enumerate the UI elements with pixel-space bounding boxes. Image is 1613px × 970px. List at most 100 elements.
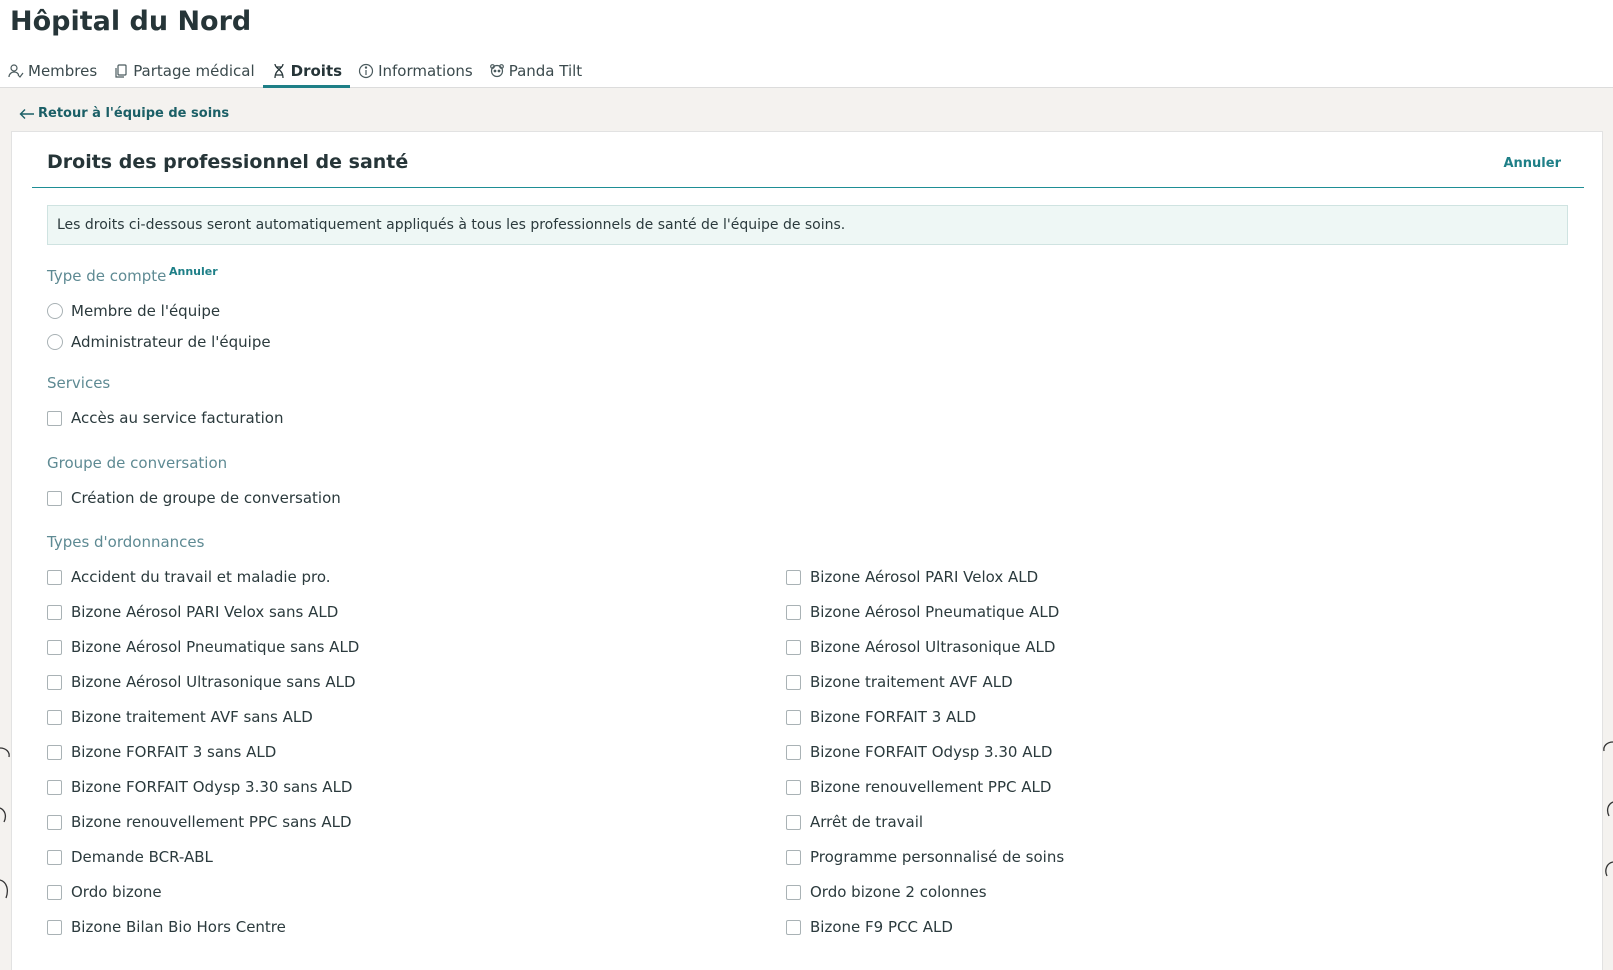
info-icon xyxy=(358,63,374,78)
checkbox-label: Demande BCR-ABL xyxy=(71,848,213,866)
checkbox-prescription[interactable]: Demande BCR-ABL xyxy=(47,847,213,867)
checkbox-label: Accès au service facturation xyxy=(71,409,284,427)
checkbox-box[interactable] xyxy=(47,849,62,865)
checkbox-label: Bizone FORFAIT 3 ALD xyxy=(810,708,977,726)
back-to-care-team-link[interactable]: Retour à l'équipe de soins xyxy=(19,106,229,121)
copy-icon xyxy=(115,63,127,78)
checkbox-box[interactable] xyxy=(786,744,801,760)
checkbox-prescription[interactable]: Bizone Bilan Bio Hors Centre xyxy=(47,917,286,937)
checkbox-create-conversation[interactable]: Création de groupe de conversation xyxy=(47,488,341,508)
checkbox-box[interactable] xyxy=(47,490,62,506)
checkbox-prescription[interactable]: Bizone traitement AVF sans ALD xyxy=(47,707,313,727)
checkbox-box[interactable] xyxy=(786,814,801,830)
checkbox-box[interactable] xyxy=(47,814,62,830)
page-title: Hôpital du Nord xyxy=(10,6,252,37)
checkbox-box[interactable] xyxy=(786,709,801,725)
back-link-label: Retour à l'équipe de soins xyxy=(38,106,230,121)
checkbox-label: Ordo bizone xyxy=(71,883,162,901)
checkbox-prescription[interactable]: Bizone traitement AVF ALD xyxy=(786,672,1013,692)
info-banner: Les droits ci-dessous seront automatique… xyxy=(47,205,1568,245)
checkbox-box[interactable] xyxy=(786,569,801,585)
checkbox-box[interactable] xyxy=(786,884,801,900)
checkbox-prescription[interactable]: Bizone FORFAIT Odysp 3.30 ALD xyxy=(786,742,1052,762)
checkbox-box[interactable] xyxy=(47,604,62,620)
tab-bar: Membres Partage médical Droits Informati… xyxy=(0,54,590,88)
checkbox-prescription[interactable]: Bizone F9 PCC ALD xyxy=(786,917,953,937)
radio-label: Administrateur de l'équipe xyxy=(71,333,271,351)
checkbox-prescription[interactable]: Bizone FORFAIT Odysp 3.30 sans ALD xyxy=(47,777,352,797)
tab-label: Informations xyxy=(378,61,473,80)
checkbox-prescription[interactable]: Bizone Aérosol PARI Velox sans ALD xyxy=(47,602,338,622)
checkbox-label: Bizone traitement AVF ALD xyxy=(810,673,1013,691)
members-icon xyxy=(8,63,24,78)
tab-partage-medical[interactable]: Partage médical xyxy=(105,54,262,88)
checkbox-prescription[interactable]: Bizone Aérosol Ultrasonique sans ALD xyxy=(47,672,356,692)
panda-icon xyxy=(489,63,504,77)
checkbox-prescription[interactable]: Ordo bizone xyxy=(47,882,162,902)
checkbox-box[interactable] xyxy=(786,849,801,865)
checkbox-label: Ordo bizone 2 colonnes xyxy=(810,883,987,901)
checkbox-prescription[interactable]: Programme personnalisé de soins xyxy=(786,847,1064,867)
radio-team-member[interactable]: Membre de l'équipe xyxy=(47,301,220,321)
checkbox-prescription[interactable]: Accident du travail et maladie pro. xyxy=(47,567,331,587)
section-label-services: Services xyxy=(47,374,111,392)
top-bar: Hôpital du Nord Membres Partage médical … xyxy=(0,0,1613,88)
checkbox-label: Création de groupe de conversation xyxy=(71,489,341,507)
checkbox-prescription[interactable]: Bizone Aérosol PARI Velox ALD xyxy=(786,567,1038,587)
checkbox-box[interactable] xyxy=(47,410,62,426)
checkbox-prescription[interactable]: Ordo bizone 2 colonnes xyxy=(786,882,987,902)
radio-label: Membre de l'équipe xyxy=(71,302,221,320)
tab-droits[interactable]: Droits xyxy=(262,54,351,88)
card-header: Droits des professionnel de santé Annule… xyxy=(32,132,1584,188)
tab-label: Droits xyxy=(290,61,343,80)
checkbox-label: Bizone renouvellement PPC ALD xyxy=(810,778,1052,796)
rights-card: Droits des professionnel de santé Annule… xyxy=(11,131,1603,970)
checkbox-box[interactable] xyxy=(786,604,801,620)
tab-membres[interactable]: Membres xyxy=(0,54,105,88)
checkbox-box[interactable] xyxy=(786,639,801,655)
section-label-prescriptions: Types d'ordonnances xyxy=(47,533,205,551)
checkbox-billing-service[interactable]: Accès au service facturation xyxy=(47,408,283,428)
checkbox-box[interactable] xyxy=(47,639,62,655)
checkbox-box[interactable] xyxy=(786,779,801,795)
checkbox-label: Programme personnalisé de soins xyxy=(810,848,1065,866)
checkbox-box[interactable] xyxy=(47,569,62,585)
arrow-left-icon xyxy=(19,108,34,119)
checkbox-prescription[interactable]: Bizone FORFAIT 3 sans ALD xyxy=(47,742,276,762)
checkbox-label: Bizone traitement AVF sans ALD xyxy=(71,708,313,726)
checkbox-prescription[interactable]: Bizone renouvellement PPC ALD xyxy=(786,777,1051,797)
checkbox-box[interactable] xyxy=(47,919,62,935)
checkbox-box[interactable] xyxy=(47,744,62,760)
cancel-button[interactable]: Annuler xyxy=(1503,156,1561,171)
tab-panda-tilt[interactable]: Panda Tilt xyxy=(481,54,590,88)
checkbox-box[interactable] xyxy=(786,674,801,690)
tab-label: Partage médical xyxy=(133,61,255,80)
radio-team-admin[interactable]: Administrateur de l'équipe xyxy=(47,332,271,352)
checkbox-prescription[interactable]: Bizone renouvellement PPC sans ALD xyxy=(47,812,352,832)
checkbox-prescription[interactable]: Bizone FORFAIT 3 ALD xyxy=(786,707,976,727)
checkbox-label: Bizone Aérosol Ultrasonique sans ALD xyxy=(71,673,356,691)
checkbox-label: Bizone renouvellement PPC sans ALD xyxy=(71,813,352,831)
checkbox-prescription[interactable]: Bizone Aérosol Ultrasonique ALD xyxy=(786,637,1055,657)
checkbox-box[interactable] xyxy=(47,884,62,900)
tab-label: Panda Tilt xyxy=(508,61,583,80)
radio-circle[interactable] xyxy=(47,303,63,319)
checkbox-box[interactable] xyxy=(47,674,62,690)
checkbox-prescription[interactable]: Bizone Aérosol Pneumatique ALD xyxy=(786,602,1059,622)
checkbox-box[interactable] xyxy=(47,709,62,725)
tab-label: Membres xyxy=(28,61,98,80)
checkbox-label: Bizone FORFAIT Odysp 3.30 sans ALD xyxy=(71,778,353,796)
tab-informations[interactable]: Informations xyxy=(350,54,481,88)
radio-circle[interactable] xyxy=(47,334,63,350)
checkbox-label: Bizone FORFAIT Odysp 3.30 ALD xyxy=(810,743,1053,761)
checkbox-label: Bizone Aérosol PARI Velox sans ALD xyxy=(71,603,339,621)
checkbox-prescription[interactable]: Arrêt de travail xyxy=(786,812,923,832)
account-type-cancel-link[interactable]: Annuler xyxy=(169,265,218,278)
checkbox-label: Arrêt de travail xyxy=(810,813,924,831)
checkbox-prescription[interactable]: Bizone Aérosol Pneumatique sans ALD xyxy=(47,637,359,657)
checkbox-box[interactable] xyxy=(47,779,62,795)
checkbox-label: Accident du travail et maladie pro. xyxy=(71,568,331,586)
checkbox-label: Bizone Aérosol Ultrasonique ALD xyxy=(810,638,1056,656)
section-label-conversation: Groupe de conversation xyxy=(47,454,228,472)
checkbox-box[interactable] xyxy=(786,919,801,935)
